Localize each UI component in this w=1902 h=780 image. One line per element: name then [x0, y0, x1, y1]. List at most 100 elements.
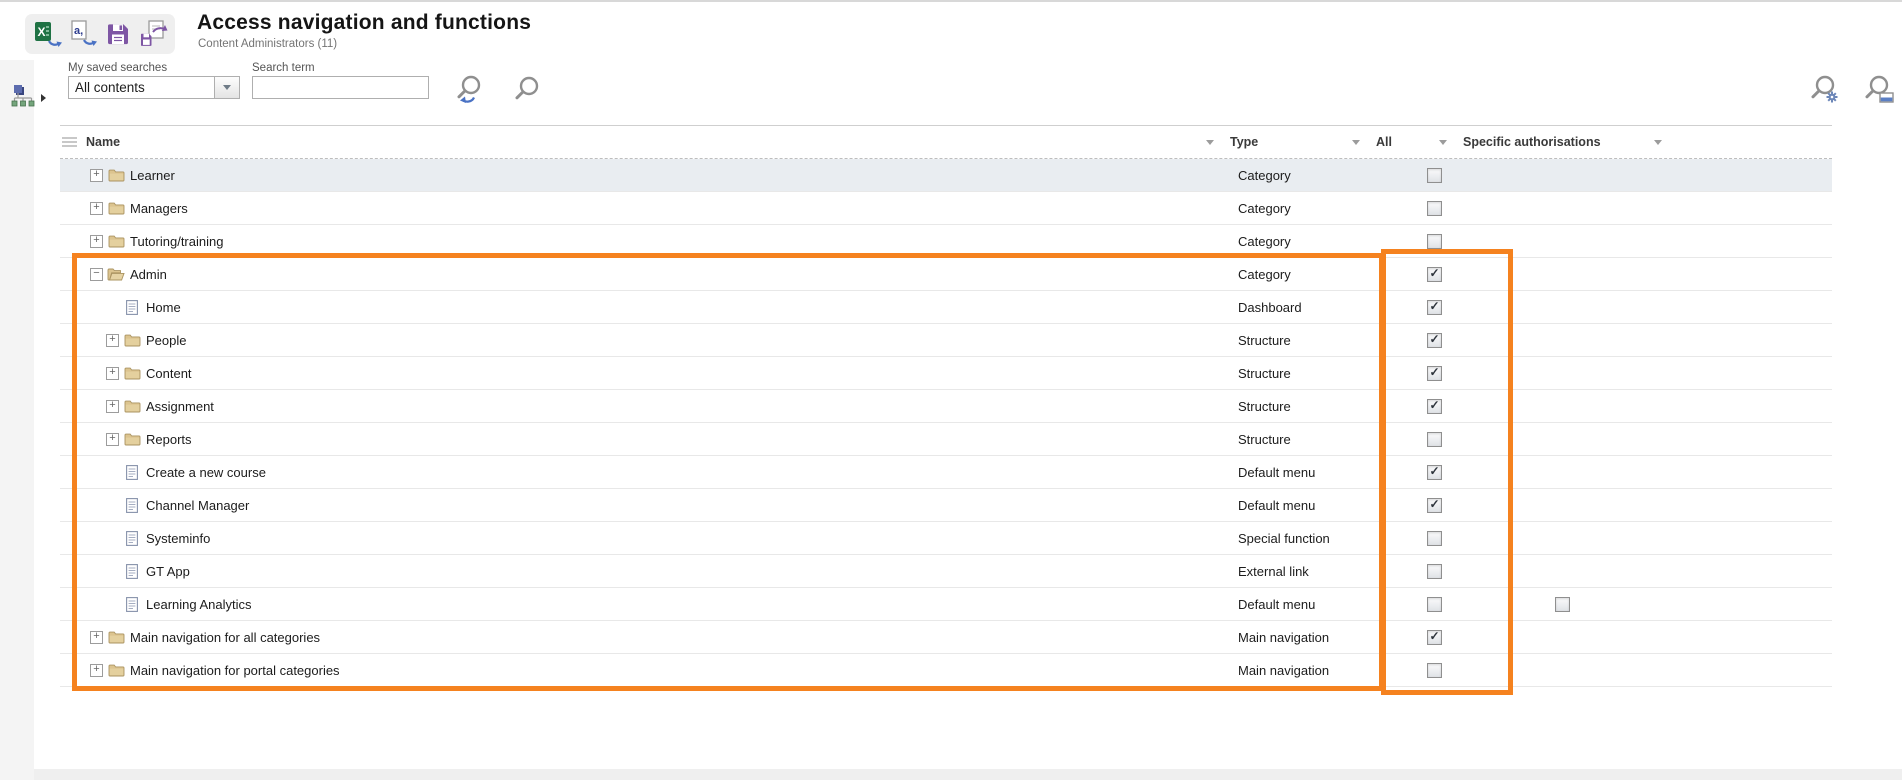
all-checkbox[interactable] [1427, 168, 1442, 183]
tree-view-icon[interactable] [10, 84, 36, 108]
row-type-icon [123, 531, 141, 546]
specific-cell [1455, 291, 1670, 323]
row-type: Structure [1238, 366, 1291, 381]
table-row[interactable]: Create a new course Default menu [60, 456, 1832, 489]
saved-searches-dropdown[interactable]: All contents [68, 76, 240, 99]
column-filter-caret-icon[interactable] [1206, 140, 1214, 145]
table-row[interactable]: Managers Category [60, 192, 1832, 225]
search-icon[interactable] [508, 72, 546, 110]
all-checkbox[interactable] [1427, 267, 1442, 282]
all-cell [1368, 291, 1455, 323]
all-cell [1368, 555, 1455, 587]
expand-toggle-icon[interactable] [90, 664, 103, 677]
expand-toggle-icon[interactable] [90, 235, 103, 248]
specific-cell [1455, 522, 1670, 554]
expand-toggle-icon[interactable] [106, 433, 119, 446]
expand-toggle-icon[interactable] [90, 169, 103, 182]
table-row[interactable]: Admin Category [60, 258, 1832, 291]
all-checkbox[interactable] [1427, 465, 1442, 480]
expand-toggle-icon[interactable] [90, 268, 103, 281]
saved-searches-label: My saved searches [68, 62, 167, 74]
all-checkbox[interactable] [1427, 597, 1442, 612]
table-row[interactable]: Home Dashboard [60, 291, 1832, 324]
type-cell: Structure [1222, 324, 1368, 356]
expand-toggle-icon[interactable] [90, 631, 103, 644]
search-settings-icon[interactable] [1806, 72, 1844, 110]
column-header-type[interactable]: Type [1222, 126, 1368, 158]
all-cell [1368, 522, 1455, 554]
all-checkbox[interactable] [1427, 399, 1442, 414]
column-header-specific[interactable]: Specific authorisations [1455, 126, 1670, 158]
specific-cell [1455, 225, 1670, 257]
column-filter-caret-icon[interactable] [1439, 140, 1447, 145]
row-type: Special function [1238, 531, 1330, 546]
search-profile-icon[interactable] [1860, 72, 1898, 110]
all-cell [1368, 324, 1455, 356]
document-export-icon[interactable]: a, [68, 19, 98, 49]
expand-toggle-icon[interactable] [90, 202, 103, 215]
dropdown-button[interactable] [214, 77, 239, 98]
column-header-name[interactable]: Name [60, 126, 1222, 158]
all-checkbox[interactable] [1427, 663, 1442, 678]
empty-cell [1670, 654, 1832, 686]
all-checkbox[interactable] [1427, 531, 1442, 546]
menu-icon[interactable] [62, 136, 77, 148]
all-checkbox[interactable] [1427, 333, 1442, 348]
table-row[interactable]: Reports Structure [60, 423, 1832, 456]
all-checkbox[interactable] [1427, 498, 1442, 513]
save-and-transfer-icon[interactable] [138, 19, 168, 49]
row-name: Main navigation for all categories [130, 630, 320, 645]
row-type: Category [1238, 168, 1291, 183]
table-row[interactable]: Channel Manager Default menu [60, 489, 1832, 522]
table-row[interactable]: Systeminfo Special function [60, 522, 1832, 555]
row-type: Dashboard [1238, 300, 1302, 315]
empty-cell [1670, 291, 1832, 323]
expand-toggle-icon[interactable] [106, 400, 119, 413]
name-cell: Systeminfo [60, 522, 1222, 554]
table-row[interactable]: Learner Category [60, 159, 1832, 192]
all-checkbox[interactable] [1427, 201, 1442, 216]
table-row[interactable]: Tutoring/training Category [60, 225, 1832, 258]
specific-checkbox[interactable] [1555, 597, 1570, 612]
expand-toggle-icon[interactable] [106, 334, 119, 347]
search-reset-icon[interactable] [450, 72, 488, 110]
row-name: Systeminfo [146, 531, 210, 546]
specific-cell [1455, 258, 1670, 290]
table-row[interactable]: Main navigation for portal categories Ma… [60, 654, 1832, 687]
save-icon[interactable] [103, 19, 133, 49]
specific-cell [1455, 654, 1670, 686]
all-checkbox[interactable] [1427, 630, 1442, 645]
all-checkbox[interactable] [1427, 432, 1442, 447]
table-row[interactable]: People Structure [60, 324, 1832, 357]
specific-cell [1455, 621, 1670, 653]
table-row[interactable]: Main navigation for all categories Main … [60, 621, 1832, 654]
expand-toggle-icon[interactable] [106, 367, 119, 380]
column-header-all[interactable]: All [1368, 126, 1455, 158]
excel-export-icon[interactable]: X [33, 19, 63, 49]
all-checkbox[interactable] [1427, 234, 1442, 249]
all-cell [1368, 423, 1455, 455]
table-row[interactable]: Content Structure [60, 357, 1832, 390]
name-cell: Main navigation for portal categories [60, 654, 1222, 686]
type-cell: Category [1222, 159, 1368, 191]
name-cell: Create a new course [60, 456, 1222, 488]
specific-cell [1455, 159, 1670, 191]
all-checkbox[interactable] [1427, 300, 1442, 315]
name-cell: Home [60, 291, 1222, 323]
search-term-input[interactable] [252, 76, 429, 99]
all-checkbox[interactable] [1427, 366, 1442, 381]
specific-cell [1455, 423, 1670, 455]
column-filter-caret-icon[interactable] [1352, 140, 1360, 145]
type-cell: Structure [1222, 357, 1368, 389]
table-row[interactable]: GT App External link [60, 555, 1832, 588]
column-filter-caret-icon[interactable] [1654, 140, 1662, 145]
tree-expand-caret-icon[interactable] [41, 94, 46, 102]
table-row[interactable]: Learning Analytics Default menu [60, 588, 1832, 621]
name-cell: Admin [60, 258, 1222, 290]
row-type: Category [1238, 201, 1291, 216]
table-row[interactable]: Assignment Structure [60, 390, 1832, 423]
all-checkbox[interactable] [1427, 564, 1442, 579]
specific-cell [1455, 555, 1670, 587]
row-name: Learner [130, 168, 175, 183]
row-type-icon [123, 432, 141, 447]
